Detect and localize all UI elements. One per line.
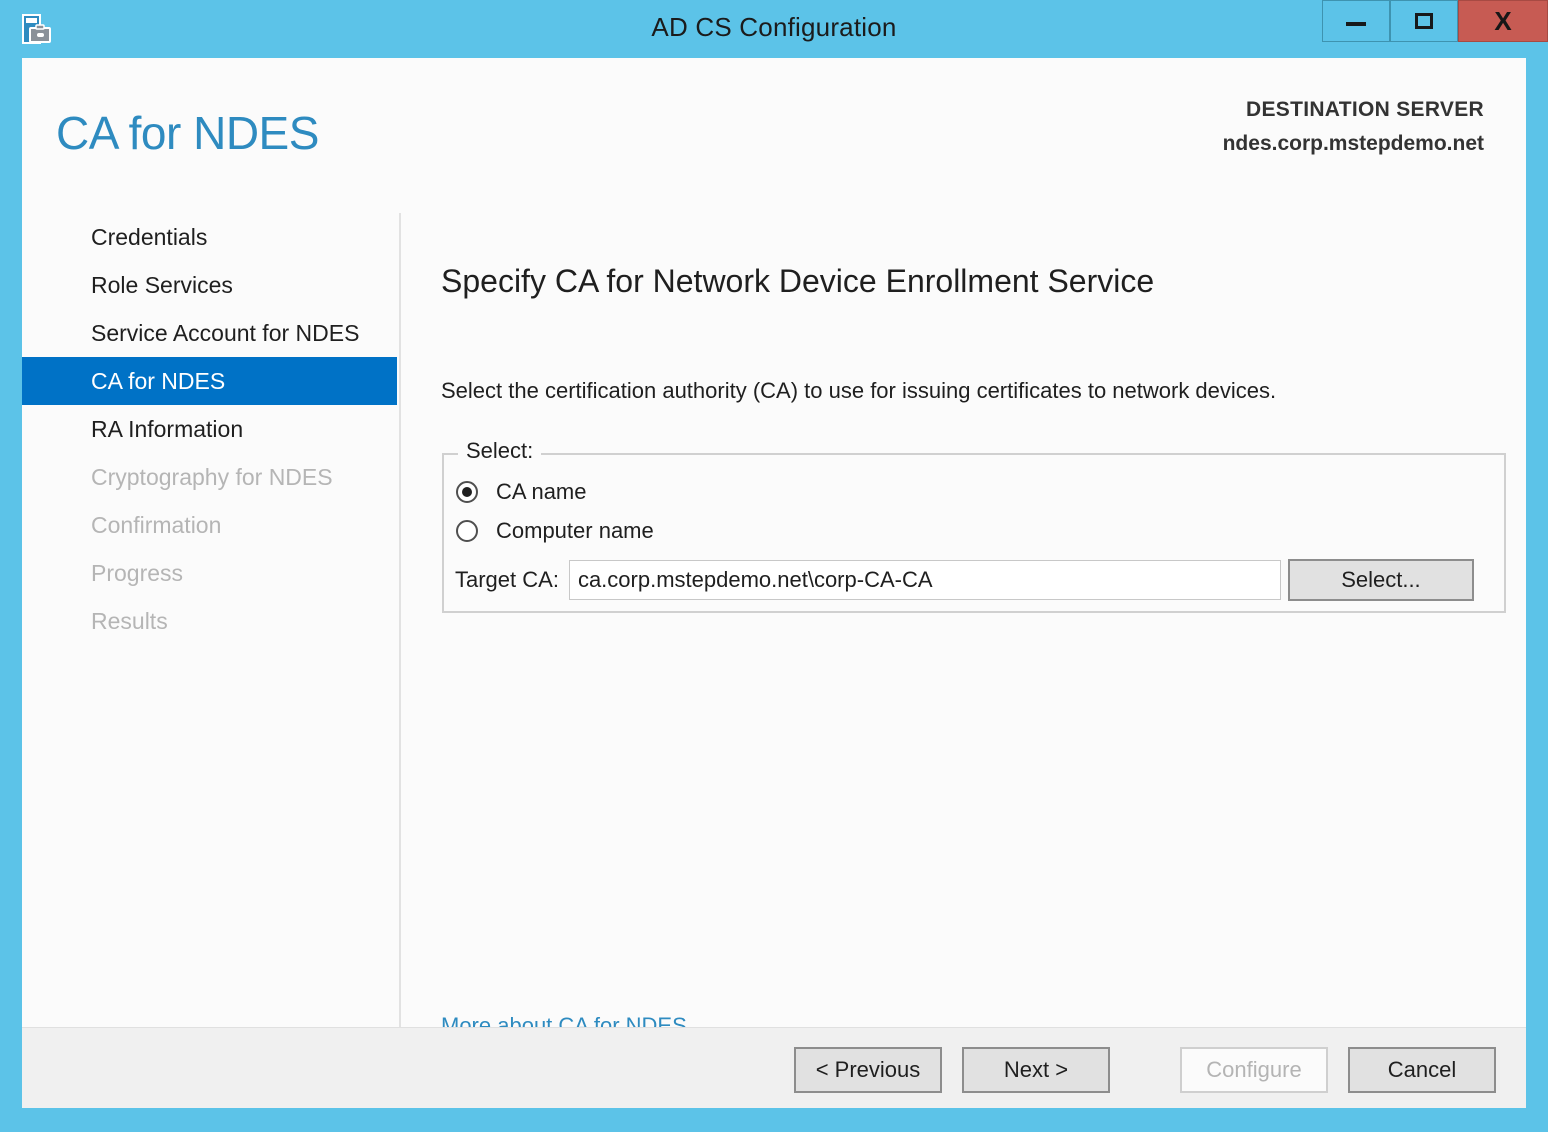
sidebar-item-label: CA for NDES [91,368,226,394]
app-window: AD CS Configuration X CA for NDES DESTIN… [0,0,1548,1132]
sidebar-item-progress: Progress [22,549,399,597]
window-title: AD CS Configuration [651,12,897,42]
sidebar-item-label: RA Information [91,416,244,442]
sidebar-item-label: Credentials [91,224,208,250]
select-ca-button[interactable]: Select... [1287,559,1474,601]
sidebar-item-cryptography-for-ndes: Cryptography for NDES [22,453,399,501]
destination-server-name: ndes.corp.mstepdemo.net [1222,132,1484,155]
sidebar-item-label: Progress [91,560,184,586]
target-ca-input[interactable] [568,560,1281,600]
minimize-button[interactable] [1322,0,1390,42]
previous-button[interactable]: < Previous [794,1047,942,1093]
radio-computer-name-label: Computer name [496,518,654,543]
target-ca-row: Target CA: Select... [455,559,1495,601]
main-description: Select the certification authority (CA) … [441,378,1277,403]
radio-ca-name-indicator[interactable] [456,481,478,503]
footer-buttons: < Previous Next > Configure Cancel [774,1047,1496,1093]
window-controls: X [1322,0,1548,44]
sidebar-item-label: Cryptography for NDES [91,464,333,490]
radio-ca-name-label: CA name [496,479,587,504]
select-groupbox-legend: Select: [458,438,542,464]
sidebar-item-label: Results [91,608,168,634]
destination-server-block: DESTINATION SERVER ndes.corp.mstepdemo.n… [1223,98,1484,156]
sidebar-item-role-services[interactable]: Role Services [22,261,399,309]
main-heading: Specify CA for Network Device Enrollment… [441,263,1155,299]
cancel-button[interactable]: Cancel [1348,1047,1496,1093]
sidebar-item-credentials[interactable]: Credentials [22,213,399,261]
previous-button-label: < Previous [815,1057,921,1082]
page-title: CA for NDES [56,107,319,159]
sidebar-item-ra-information[interactable]: RA Information [22,405,399,453]
close-button[interactable]: X [1458,0,1548,42]
close-icon: X [1494,6,1512,36]
client-area: CA for NDES DESTINATION SERVER ndes.corp… [22,58,1526,1108]
next-button[interactable]: Next > [962,1047,1110,1093]
radio-computer-name[interactable]: Computer name [456,518,654,544]
configure-button: Configure [1180,1047,1328,1093]
next-button-label: Next > [1003,1057,1069,1082]
sidebar-item-label: Service Account for NDES [91,320,360,346]
sidebar-item-label: Role Services [91,272,233,298]
cancel-button-label: Cancel [1387,1057,1457,1082]
sidebar-item-service-account-for-ndes[interactable]: Service Account for NDES [22,309,399,357]
sidebar-item-label: Confirmation [91,512,222,538]
radio-ca-name[interactable]: CA name [456,479,587,505]
sidebar-item-confirmation: Confirmation [22,501,399,549]
sidebar-item-ca-for-ndes[interactable]: CA for NDES [22,357,397,405]
destination-server-label: DESTINATION SERVER [1246,98,1484,121]
sidebar-divider [399,213,401,1043]
select-groupbox: Select: CA name Computer name Target CA:… [442,438,1506,613]
wizard-step-nav: Credentials Role Services Service Accoun… [22,213,399,645]
target-ca-label: Target CA: [455,567,559,592]
title-bar: AD CS Configuration X [0,0,1548,58]
configure-button-label: Configure [1206,1057,1302,1082]
select-ca-button-label: Select... [1341,567,1421,592]
wizard-footer: < Previous Next > Configure Cancel [22,1027,1526,1108]
maximize-button[interactable] [1390,0,1458,42]
sidebar-item-results: Results [22,597,399,645]
maximize-icon [1415,13,1433,29]
radio-computer-name-indicator[interactable] [456,520,478,542]
minimize-icon [1346,22,1366,26]
